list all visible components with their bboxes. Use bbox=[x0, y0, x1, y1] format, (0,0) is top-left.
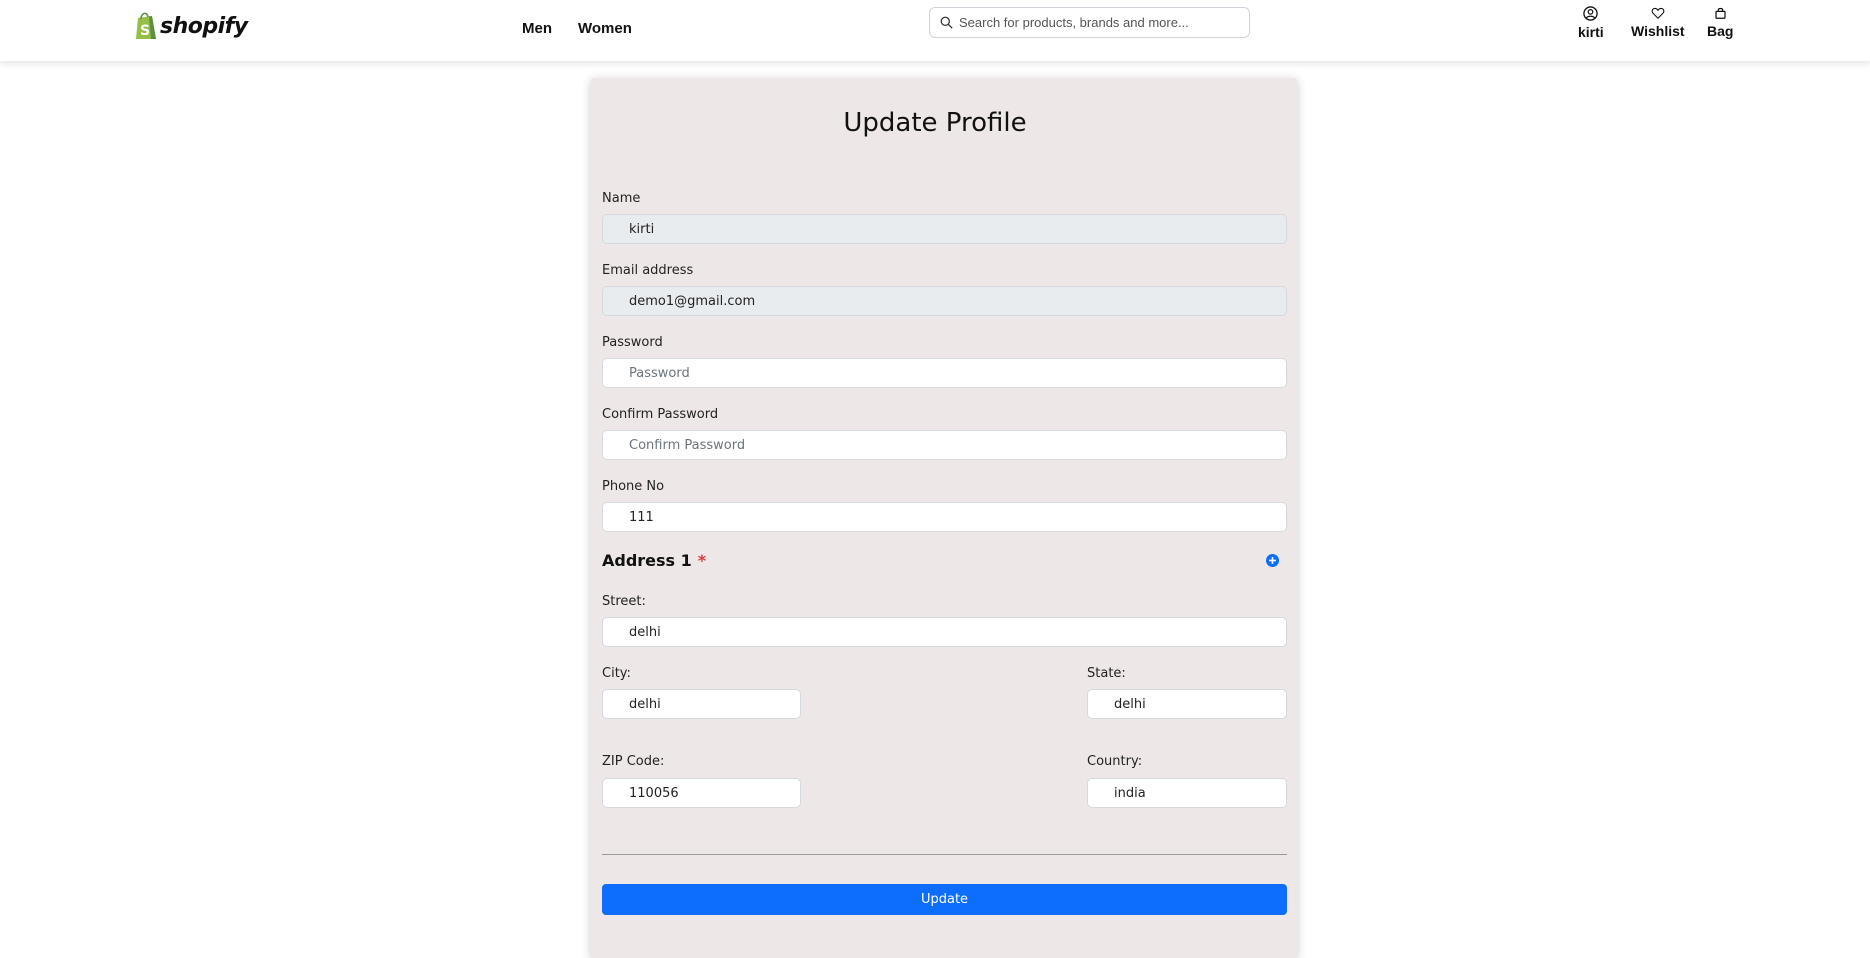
user-circle-icon bbox=[1583, 6, 1599, 21]
state-field[interactable] bbox=[1087, 689, 1287, 719]
password-field[interactable] bbox=[602, 358, 1287, 388]
address-heading-text: Address 1 bbox=[602, 551, 692, 570]
confirm-password-label: Confirm Password bbox=[602, 407, 719, 422]
shopify-bag-icon: S bbox=[136, 12, 156, 39]
nav-men[interactable]: Men bbox=[522, 20, 552, 37]
email-field[interactable] bbox=[602, 286, 1287, 316]
name-field[interactable] bbox=[602, 214, 1287, 244]
wishlist-link[interactable]: Wishlist bbox=[1631, 6, 1685, 39]
street-field[interactable] bbox=[602, 617, 1287, 647]
name-label: Name bbox=[602, 191, 641, 206]
search-box bbox=[929, 7, 1250, 38]
search-icon bbox=[940, 16, 953, 29]
address-heading: Address 1 * bbox=[602, 551, 706, 570]
bag-icon bbox=[1715, 7, 1726, 19]
nav-women[interactable]: Women bbox=[578, 20, 632, 37]
svg-text:S: S bbox=[140, 23, 150, 39]
profile-label: kirti bbox=[1578, 24, 1604, 40]
page-title: Update Profile bbox=[843, 108, 1027, 138]
top-navbar: S shopify Men Women kirti Wishlist Bag bbox=[0, 0, 1870, 61]
city-label: City: bbox=[602, 666, 631, 681]
state-label: State: bbox=[1087, 666, 1126, 681]
add-address-icon[interactable] bbox=[1266, 554, 1279, 567]
form-divider bbox=[602, 854, 1287, 855]
brand-name: shopify bbox=[160, 13, 248, 39]
profile-link[interactable]: kirti bbox=[1578, 6, 1604, 40]
bag-label: Bag bbox=[1707, 23, 1734, 39]
street-label: Street: bbox=[602, 594, 646, 609]
phone-label: Phone No bbox=[602, 479, 665, 494]
brand-logo[interactable]: S shopify bbox=[135, 11, 248, 41]
country-label: Country: bbox=[1087, 754, 1143, 769]
update-button[interactable]: Update bbox=[602, 884, 1287, 915]
phone-field[interactable] bbox=[602, 502, 1287, 532]
bag-link[interactable]: Bag bbox=[1707, 6, 1733, 39]
required-asterisk: * bbox=[697, 551, 707, 570]
zip-label: ZIP Code: bbox=[602, 754, 665, 769]
city-field[interactable] bbox=[602, 689, 801, 719]
search-input[interactable] bbox=[959, 15, 1239, 30]
zip-field[interactable] bbox=[602, 778, 801, 808]
heart-icon bbox=[1651, 7, 1665, 19]
email-label: Email address bbox=[602, 263, 694, 278]
wishlist-label: Wishlist bbox=[1631, 23, 1685, 39]
country-field[interactable] bbox=[1087, 778, 1287, 808]
password-label: Password bbox=[602, 335, 663, 350]
confirm-password-field[interactable] bbox=[602, 430, 1287, 460]
